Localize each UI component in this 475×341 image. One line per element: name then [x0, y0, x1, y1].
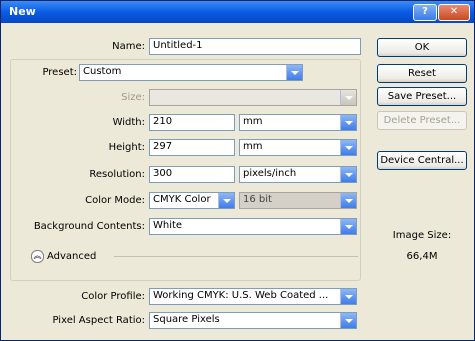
pixel-aspect-value: Square Pixels	[153, 314, 220, 325]
resolution-unit: pixels/inch	[243, 168, 297, 179]
image-size-value: 66,4M	[406, 251, 438, 262]
save-preset-button[interactable]: Save Preset...	[377, 87, 467, 106]
size-select[interactable]	[149, 89, 357, 106]
background-label: Background Contents:	[33, 221, 145, 232]
preset-value: Custom	[83, 66, 122, 77]
device-central-button[interactable]: Device Central...	[377, 151, 467, 170]
advanced-toggle[interactable]: Advanced	[47, 251, 96, 262]
resolution-label: Resolution:	[89, 169, 145, 180]
ok-button[interactable]: OK	[377, 38, 467, 57]
delete-preset-button[interactable]: Delete Preset...	[377, 111, 467, 130]
preset-select[interactable]: Custom	[79, 64, 303, 81]
background-value: White	[153, 220, 183, 231]
name-input[interactable]: Untitled-1	[149, 38, 361, 55]
chevron-down-icon[interactable]	[286, 65, 302, 80]
name-label: Name:	[112, 41, 145, 52]
chevron-up-icon[interactable]: ︽	[31, 250, 44, 263]
pixel-aspect-select[interactable]: Square Pixels	[149, 312, 357, 329]
chevron-down-icon[interactable]	[340, 219, 356, 234]
chevron-down-icon[interactable]	[340, 167, 356, 182]
resolution-unit-select[interactable]: pixels/inch	[239, 166, 357, 183]
color-profile-select[interactable]: Working CMYK: U.S. Web Coated ...	[149, 288, 357, 305]
background-select[interactable]: White	[149, 218, 357, 235]
chevron-down-icon[interactable]	[340, 313, 356, 328]
color-profile-value: Working CMYK: U.S. Web Coated ...	[153, 290, 329, 301]
size-label: Size:	[121, 92, 145, 103]
color-profile-label: Color Profile:	[81, 291, 145, 302]
width-unit-select[interactable]: mm	[239, 114, 357, 131]
height-input[interactable]: 297	[149, 139, 235, 156]
width-input[interactable]: 210	[149, 114, 235, 131]
chevron-down-icon[interactable]	[340, 90, 356, 105]
chevron-down-icon[interactable]	[218, 193, 234, 208]
reset-button[interactable]: Reset	[377, 64, 467, 83]
height-unit-select[interactable]: mm	[239, 139, 357, 156]
width-unit: mm	[243, 116, 263, 127]
chevron-down-icon[interactable]	[340, 289, 356, 304]
bit-depth-select[interactable]: 16 bit	[239, 192, 357, 209]
dialog-title: New	[9, 5, 36, 18]
color-mode-select[interactable]: CMYK Color	[149, 192, 235, 209]
chevron-down-icon[interactable]	[340, 140, 356, 155]
chevron-down-icon[interactable]	[340, 115, 356, 130]
color-mode-label: Color Mode:	[85, 195, 145, 206]
new-document-dialog: New ? ✕ Name: Untitled-1 Preset: Custom …	[0, 0, 475, 341]
height-unit: mm	[243, 141, 263, 152]
resolution-input[interactable]: 300	[149, 166, 235, 183]
title-bar: New ? ✕	[1, 1, 474, 23]
width-label: Width:	[112, 117, 145, 128]
chevron-down-icon[interactable]	[340, 193, 356, 208]
height-label: Height:	[108, 142, 145, 153]
divider	[114, 256, 358, 257]
pixel-aspect-label: Pixel Aspect Ratio:	[52, 315, 146, 326]
close-icon[interactable]: ✕	[438, 4, 470, 21]
color-mode-value: CMYK Color	[153, 194, 211, 205]
preset-label: Preset:	[42, 67, 77, 78]
help-icon[interactable]: ?	[413, 4, 437, 21]
bit-depth-value: 16 bit	[243, 194, 272, 205]
image-size-label: Image Size:	[392, 230, 452, 241]
